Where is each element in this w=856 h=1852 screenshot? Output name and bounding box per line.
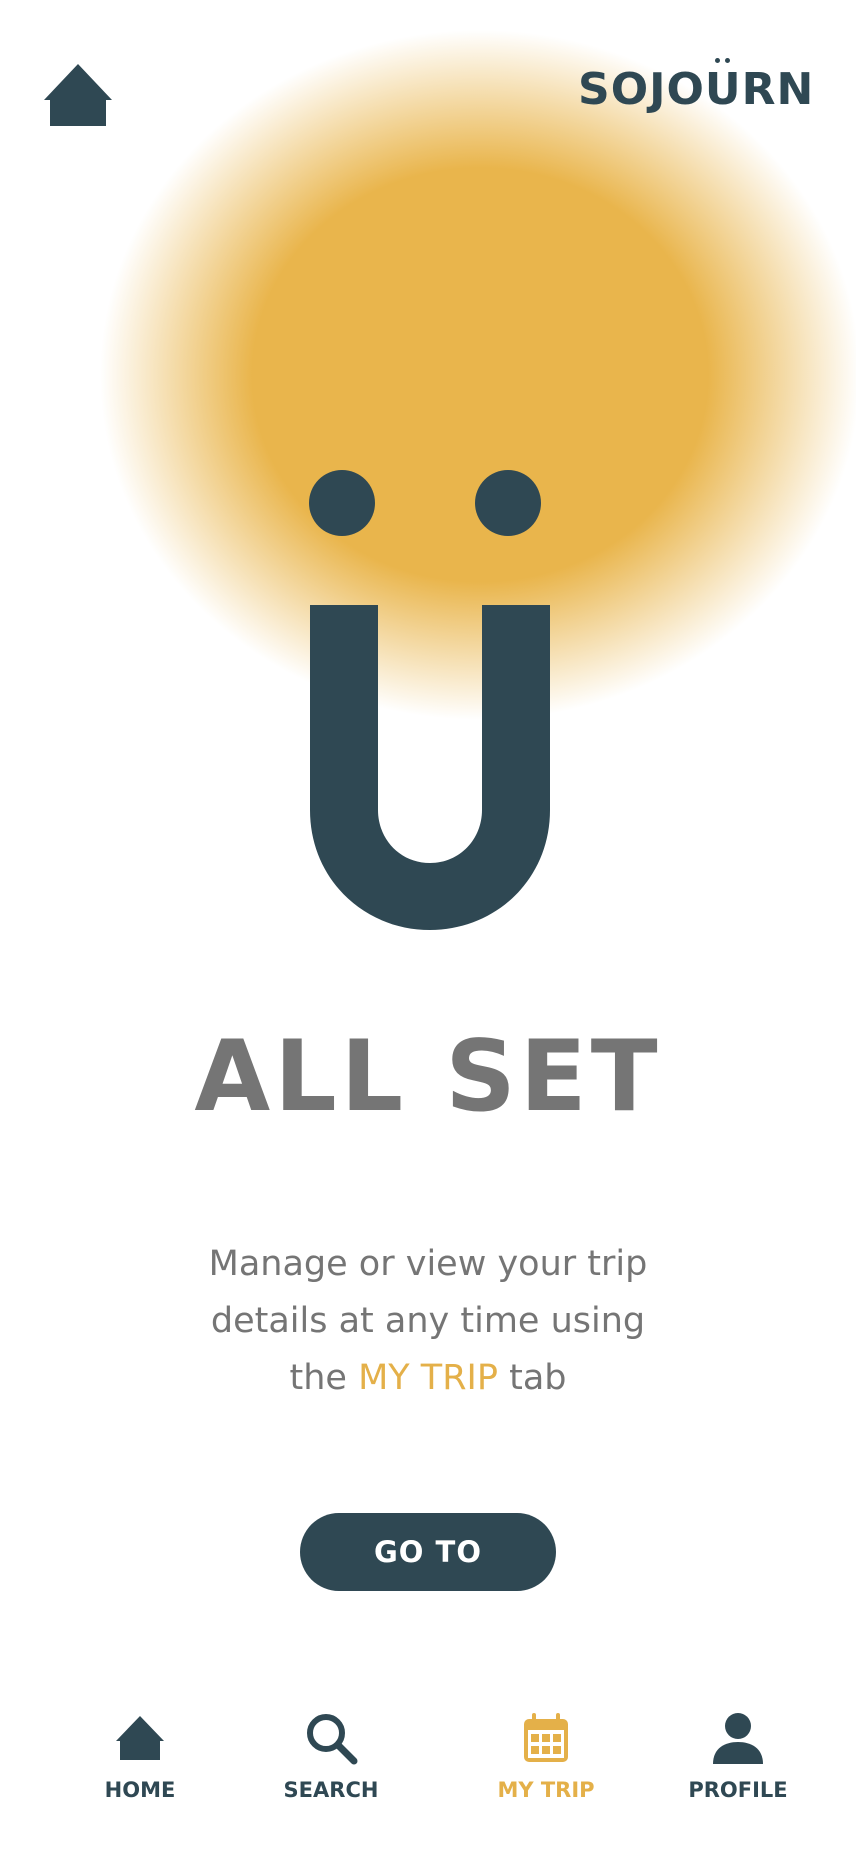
go-to-button[interactable]: GO TO [300,1513,556,1591]
description-text: Manage or view your trip details at any … [178,1236,678,1407]
page-title: ALL SET [194,1020,662,1134]
mascot-u-icon [309,470,550,930]
calendar-icon [524,1713,568,1762]
brand-logo: SOJOURN [578,58,815,115]
search-icon [307,1714,358,1765]
description-highlight: MY TRIP [358,1358,498,1398]
home-icon-button[interactable] [42,62,114,128]
tab-search[interactable]: SEARCH [256,1710,406,1830]
home-icon [44,64,112,126]
tab-profile[interactable]: PROFILE [663,1710,813,1830]
tab-my-trip[interactable]: MY TRIP [471,1710,621,1830]
description-post: tab [509,1358,567,1398]
tab-my-trip-label: MY TRIP [497,1778,595,1802]
user-icon [713,1713,763,1764]
bottom-tab-bar: HOME SEARCH MY TRIP PROFILE [0,1710,856,1830]
tab-home-label: HOME [104,1778,176,1802]
tab-search-label: SEARCH [283,1778,379,1802]
home-icon [116,1716,164,1760]
tab-profile-label: PROFILE [688,1778,788,1802]
tab-home[interactable]: HOME [65,1710,215,1830]
